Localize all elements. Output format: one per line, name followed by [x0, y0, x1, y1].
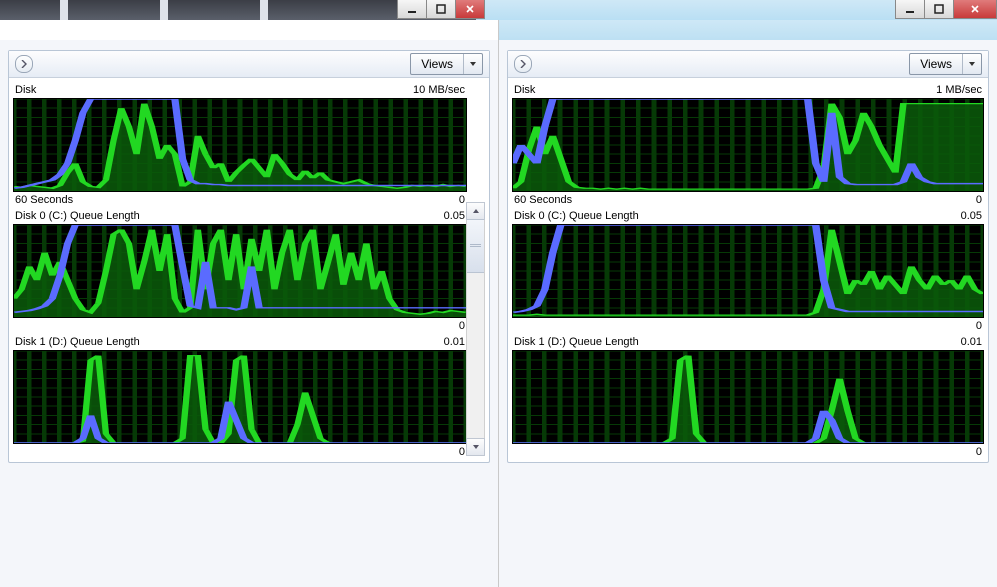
panel-header: Views — [9, 51, 489, 78]
close-button[interactable] — [953, 0, 997, 19]
disk-chart — [512, 98, 984, 192]
x-axis-right: 0 — [976, 194, 982, 206]
chart-scale: 0.05 — [961, 210, 982, 222]
window-buttons-left — [398, 0, 485, 19]
chevron-up-icon — [472, 207, 480, 215]
maximize-button[interactable] — [426, 0, 456, 19]
titlebar-strip — [0, 0, 997, 20]
views-button[interactable]: Views — [909, 53, 982, 75]
disk1-queue-chart — [13, 350, 467, 444]
chart-scale: 1 MB/sec — [936, 84, 982, 96]
scroll-down-button[interactable] — [466, 438, 485, 456]
chevron-down-icon — [469, 60, 477, 68]
chevron-down-icon — [968, 60, 976, 68]
graphs-panel: Views Disk 10 MB/sec 60 Seconds 0 — [8, 50, 490, 463]
chart-title: Disk — [514, 84, 535, 96]
close-button[interactable] — [455, 0, 485, 19]
chart-title: Disk 1 (D:) Queue Length — [15, 336, 140, 348]
scroll-up-button[interactable] — [466, 202, 485, 220]
charts-area: Disk 10 MB/sec 60 Seconds 0 Disk 0 (C:) … — [9, 78, 489, 462]
pane-left: Views Disk 10 MB/sec 60 Seconds 0 — [0, 20, 499, 587]
x-axis-left: 60 Seconds — [15, 194, 73, 206]
x-axis-left: 60 Seconds — [514, 194, 572, 206]
chart-scale: 10 MB/sec — [413, 84, 465, 96]
expand-button[interactable] — [514, 55, 532, 73]
disk0-queue-chart — [512, 224, 984, 318]
views-button[interactable]: Views — [410, 53, 483, 75]
x-axis-right: 0 — [459, 194, 465, 206]
scrollbar[interactable] — [466, 202, 485, 456]
views-dropdown[interactable] — [464, 60, 482, 68]
panel-header: Views — [508, 51, 988, 78]
chart-title: Disk 0 (C:) Queue Length — [514, 210, 639, 222]
expand-button[interactable] — [15, 55, 33, 73]
chart-scale: 0.05 — [444, 210, 465, 222]
views-label: Views — [411, 57, 463, 71]
x-axis-right: 0 — [459, 320, 465, 332]
pane-right: Views Disk 1 MB/sec 60 Seconds 0 — [499, 20, 997, 587]
scroll-thumb[interactable] — [467, 219, 484, 273]
chevron-down-icon — [472, 443, 480, 451]
disk0-queue-chart — [13, 224, 467, 318]
chart-title: Disk 1 (D:) Queue Length — [514, 336, 639, 348]
x-axis-right: 0 — [459, 446, 465, 458]
chart-scale: 0.01 — [961, 336, 982, 348]
x-axis-right: 0 — [976, 446, 982, 458]
maximize-button[interactable] — [924, 0, 954, 19]
chevron-right-icon — [519, 60, 527, 68]
charts-area: Disk 1 MB/sec 60 Seconds 0 Disk 0 (C:) Q… — [508, 78, 988, 462]
disk1-queue-chart — [512, 350, 984, 444]
window-buttons-right — [896, 0, 997, 19]
x-axis-right: 0 — [976, 320, 982, 332]
graphs-panel: Views Disk 1 MB/sec 60 Seconds 0 — [507, 50, 989, 463]
views-label: Views — [910, 57, 962, 71]
chart-title: Disk 0 (C:) Queue Length — [15, 210, 140, 222]
chart-title: Disk — [15, 84, 36, 96]
chevron-right-icon — [20, 60, 28, 68]
disk-chart — [13, 98, 467, 192]
minimize-button[interactable] — [895, 0, 925, 19]
minimize-button[interactable] — [397, 0, 427, 19]
chart-scale: 0.01 — [444, 336, 465, 348]
views-dropdown[interactable] — [963, 60, 981, 68]
